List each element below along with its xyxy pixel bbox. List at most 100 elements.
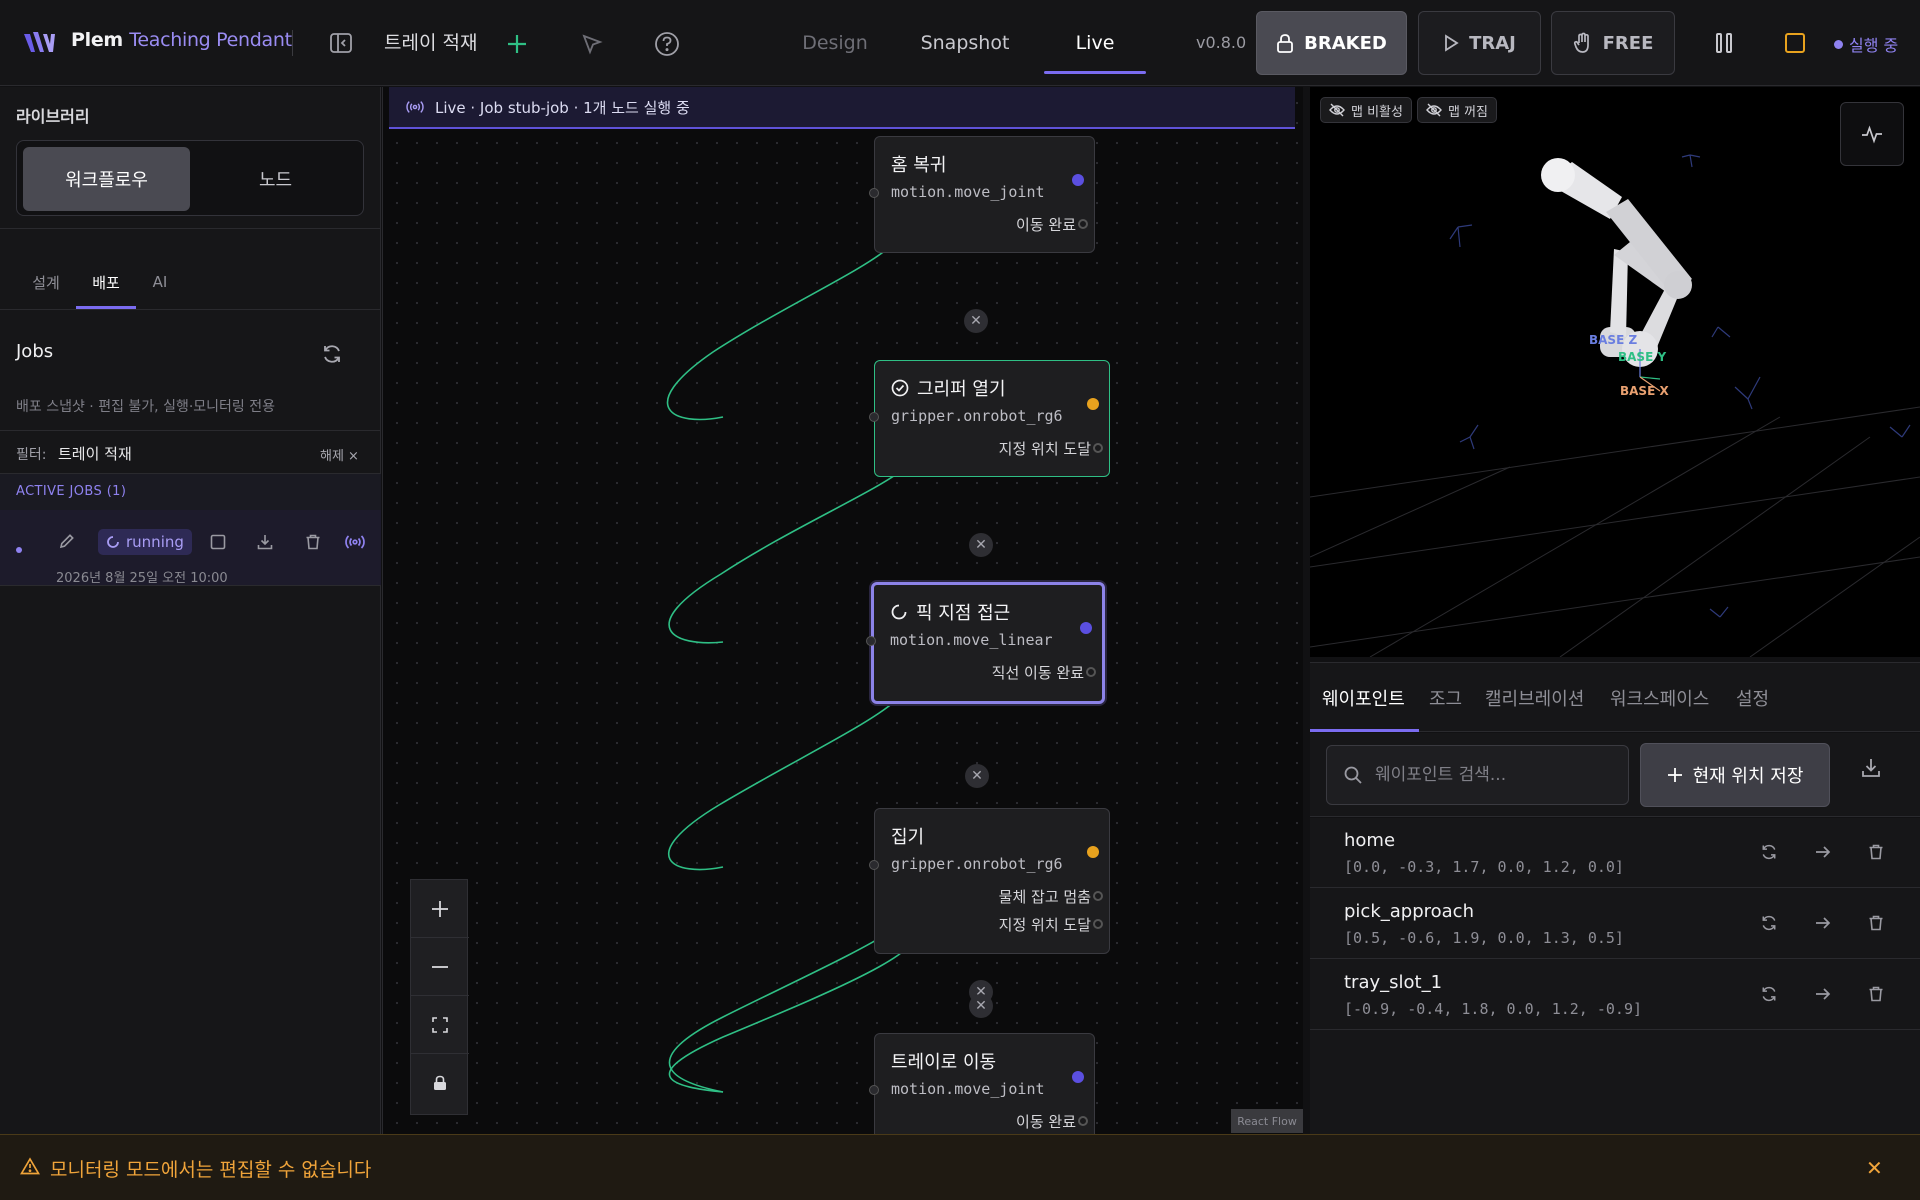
map-off-label: 맵 꺼짐 bbox=[1448, 104, 1489, 120]
braked-button[interactable]: BRAKED bbox=[1256, 11, 1407, 75]
edit-job-icon[interactable] bbox=[56, 530, 78, 552]
workflow-node[interactable]: 그리퍼 열기 gripper.onrobot_rg6 지정 위치 도달 bbox=[869, 360, 1110, 477]
status-badge-text: running bbox=[126, 533, 184, 551]
delete-waypoint-icon[interactable] bbox=[1865, 983, 1887, 1005]
pause-icon[interactable] bbox=[1710, 29, 1738, 57]
map-off-chip[interactable]: 맵 꺼짐 bbox=[1417, 97, 1498, 123]
output-handle[interactable] bbox=[1078, 219, 1088, 229]
input-handle[interactable] bbox=[866, 636, 876, 646]
update-waypoint-icon[interactable] bbox=[1758, 983, 1780, 1005]
delete-edge-button[interactable]: ✕ bbox=[965, 764, 989, 788]
output-handle[interactable] bbox=[1093, 891, 1103, 901]
delete-waypoint-icon[interactable] bbox=[1865, 912, 1887, 934]
waypoint-search-input[interactable] bbox=[1375, 765, 1615, 785]
help-icon[interactable] bbox=[652, 29, 682, 59]
workflow-node[interactable]: 집기 gripper.onrobot_rg6 물체 잡고 멈춤 지정 위치 도달 bbox=[869, 808, 1110, 954]
job-row[interactable]: running 2026년 8월 25일 오전 10:00 bbox=[0, 510, 381, 586]
update-waypoint-icon[interactable] bbox=[1758, 841, 1780, 863]
tab-design-sub[interactable]: 설계 bbox=[16, 257, 76, 307]
tab-ai[interactable]: AI bbox=[136, 257, 184, 307]
node-handle-dot[interactable] bbox=[1072, 1071, 1084, 1083]
delete-waypoint-icon[interactable] bbox=[1865, 841, 1887, 863]
react-flow-attribution[interactable]: React Flow bbox=[1231, 1109, 1303, 1133]
live-job-banner: Live · Job stub-job · 1개 노드 실행 중 bbox=[389, 87, 1295, 129]
edge-layer bbox=[666, 224, 915, 1093]
filter-clear-button[interactable]: 해제 × bbox=[320, 445, 359, 464]
stop-job-icon[interactable] bbox=[207, 531, 229, 553]
tab-live[interactable]: Live bbox=[1030, 0, 1160, 86]
zoom-out-button[interactable] bbox=[411, 938, 469, 996]
delete-edge-button[interactable]: ✕ bbox=[969, 533, 993, 557]
workflow-canvas[interactable]: Live · Job stub-job · 1개 노드 실행 중 홈 복귀 mo… bbox=[382, 87, 1303, 1134]
move-to-waypoint-icon[interactable] bbox=[1812, 912, 1834, 934]
input-handle[interactable] bbox=[869, 860, 879, 870]
map-inactive-chip[interactable]: 맵 비활성 bbox=[1320, 97, 1412, 123]
library-segment: 워크플로우 노드 bbox=[16, 140, 364, 216]
output-handle[interactable] bbox=[1086, 667, 1096, 677]
delete-edge-button[interactable]: ✕ bbox=[969, 994, 993, 1018]
sidebar-toggle-icon[interactable] bbox=[326, 30, 356, 56]
plem-logo-icon bbox=[24, 32, 55, 52]
divider bbox=[0, 228, 381, 229]
save-current-position-label: 현재 위치 저장 bbox=[1692, 766, 1804, 787]
workflow-node[interactable]: 홈 복귀 motion.move_joint 이동 완료 bbox=[869, 136, 1095, 253]
delete-edge-button[interactable]: ✕ bbox=[964, 309, 988, 333]
close-icon[interactable]: ✕ bbox=[1866, 1156, 1883, 1180]
lock-view-button[interactable] bbox=[411, 1054, 469, 1112]
output-handle[interactable] bbox=[1078, 1116, 1088, 1126]
list-item[interactable]: home [0.0, -0.3, 1.7, 0.0, 1.2, 0.0] bbox=[1310, 818, 1920, 888]
output-handle[interactable] bbox=[1093, 919, 1103, 929]
live-broadcast-icon[interactable] bbox=[343, 530, 367, 554]
tab-waypoints[interactable]: 웨이포인트 bbox=[1322, 685, 1405, 711]
telemetry-button[interactable] bbox=[1840, 102, 1904, 166]
fit-view-button[interactable] bbox=[411, 996, 469, 1054]
delete-job-icon[interactable] bbox=[302, 531, 324, 553]
tab-workspace[interactable]: 워크스페이스 bbox=[1610, 685, 1709, 711]
move-to-waypoint-icon[interactable] bbox=[1812, 841, 1834, 863]
tab-deploy[interactable]: 배포 bbox=[76, 257, 136, 309]
tab-jog[interactable]: 조그 bbox=[1429, 685, 1462, 711]
tab-design[interactable]: Design bbox=[770, 0, 900, 86]
project-name[interactable]: 트레이 적재 bbox=[384, 28, 477, 55]
segment-node[interactable]: 노드 bbox=[192, 147, 359, 211]
tab-snapshot[interactable]: Snapshot bbox=[900, 0, 1030, 86]
tab-settings[interactable]: 설정 bbox=[1736, 685, 1769, 711]
zoom-in-button[interactable] bbox=[411, 880, 469, 938]
waypoint-search bbox=[1326, 745, 1629, 805]
node-type: motion.move_joint bbox=[891, 183, 1045, 201]
waypoint-values: [0.0, -0.3, 1.7, 0.0, 1.2, 0.0] bbox=[1344, 858, 1624, 876]
add-workflow-icon[interactable] bbox=[503, 30, 531, 58]
traj-button[interactable]: TRAJ bbox=[1418, 11, 1541, 75]
brand-secondary: Teaching Pendant bbox=[129, 29, 292, 51]
move-to-waypoint-icon[interactable] bbox=[1812, 983, 1834, 1005]
output-handle[interactable] bbox=[1093, 443, 1103, 453]
update-waypoint-icon[interactable] bbox=[1758, 912, 1780, 934]
node-handle-dot[interactable] bbox=[1080, 622, 1092, 634]
waypoint-list: home [0.0, -0.3, 1.7, 0.0, 1.2, 0.0] pic… bbox=[1310, 818, 1920, 1134]
robot-3d-viewport[interactable]: BASE Z BASE Y BASE X 맵 비활성 맵 꺼짐 bbox=[1310, 87, 1920, 657]
node-handle-dot[interactable] bbox=[1087, 846, 1099, 858]
pointer-icon[interactable] bbox=[578, 30, 606, 58]
stop-icon[interactable] bbox=[1782, 30, 1808, 56]
segment-workflow[interactable]: 워크플로우 bbox=[23, 147, 190, 211]
active-jobs-header: ACTIVE JOBS (1) bbox=[0, 474, 381, 510]
free-button[interactable]: FREE bbox=[1551, 11, 1675, 75]
eye-off-icon bbox=[1329, 103, 1345, 117]
refresh-jobs-icon[interactable] bbox=[318, 340, 346, 368]
list-item[interactable]: tray_slot_1 [-0.9, -0.4, 1.8, 0.0, 1.2, … bbox=[1310, 960, 1920, 1030]
node-handle-dot[interactable] bbox=[1072, 174, 1084, 186]
list-item[interactable]: pick_approach [0.5, -0.6, 1.9, 0.0, 1.3,… bbox=[1310, 889, 1920, 959]
map-inactive-label: 맵 비활성 bbox=[1351, 104, 1403, 120]
workflow-node[interactable]: 픽 지점 접근 motion.move_linear 직선 이동 완료 bbox=[866, 582, 1105, 704]
input-handle[interactable] bbox=[869, 412, 879, 422]
save-current-position-button[interactable]: 현재 위치 저장 bbox=[1640, 743, 1830, 807]
download-job-icon[interactable] bbox=[254, 531, 276, 553]
node-handle-dot[interactable] bbox=[1087, 398, 1099, 410]
workflow-node[interactable]: 트레이로 이동 motion.move_joint 이동 완료 bbox=[869, 1033, 1095, 1134]
input-handle[interactable] bbox=[869, 1085, 879, 1095]
download-waypoints-icon[interactable] bbox=[1858, 755, 1884, 781]
waypoint-values: [-0.9, -0.4, 1.8, 0.0, 1.2, -0.9] bbox=[1344, 1000, 1643, 1018]
divider bbox=[292, 30, 293, 56]
tab-calibration[interactable]: 캘리브레이션 bbox=[1485, 685, 1584, 711]
input-handle[interactable] bbox=[869, 188, 879, 198]
